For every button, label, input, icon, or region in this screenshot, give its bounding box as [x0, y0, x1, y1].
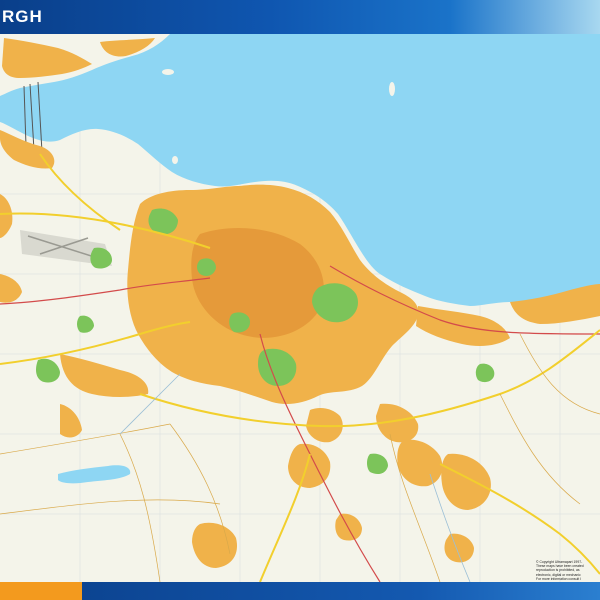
map-title: RGH	[2, 7, 43, 26]
copyright-line: For more information consult l	[536, 576, 581, 581]
copyright-notice: © Copyright Ultramapart 1997- These maps…	[536, 560, 592, 581]
map-canvas[interactable]	[0, 34, 600, 582]
map-footer-bar	[0, 582, 600, 600]
map-frame: RGH © Copyright Ultramapart 1997- These …	[0, 0, 600, 600]
island	[162, 69, 174, 75]
island	[172, 156, 178, 164]
footer-accent	[0, 582, 82, 600]
map-title-bar: RGH	[0, 0, 600, 34]
island	[389, 82, 395, 96]
